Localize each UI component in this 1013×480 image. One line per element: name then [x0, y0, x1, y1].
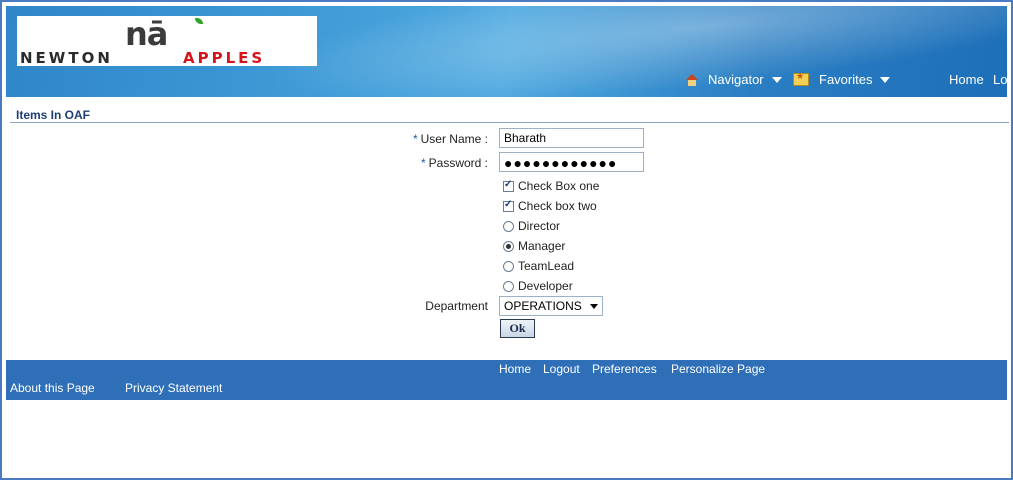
home-link-label: Home	[949, 72, 984, 87]
footer-preferences-link[interactable]: Preferences	[592, 362, 657, 376]
title-divider	[10, 122, 1009, 123]
navigator-label: Navigator	[708, 72, 764, 87]
checkbox-checked-icon[interactable]	[503, 179, 514, 192]
department-label: Department	[425, 299, 488, 313]
radio-manager-label: Manager	[518, 239, 566, 253]
ok-button[interactable]: Ok	[500, 319, 535, 338]
home-icon	[686, 73, 698, 86]
logo-leaf-icon	[195, 18, 203, 24]
footer-logout-link[interactable]: Logout	[543, 362, 580, 376]
checkbox-two[interactable]: Check box two	[503, 199, 597, 213]
radio-developer-label: Developer	[518, 279, 573, 293]
footer-personalize-link[interactable]: Personalize Page	[671, 362, 765, 376]
header-home-link[interactable]: Home	[949, 72, 984, 87]
required-marker: *	[412, 132, 418, 146]
user-name-label: * User Name :	[368, 132, 488, 146]
radio-director-label: Director	[518, 219, 561, 233]
radio-teamlead-label: TeamLead	[518, 259, 575, 273]
department-select[interactable]: OPERATIONS	[499, 296, 603, 316]
chevron-down-icon	[590, 304, 598, 309]
department-selected-value: OPERATIONS	[504, 299, 582, 313]
header-swoosh-decoration	[252, 6, 1007, 97]
password-input[interactable]: ●●●●●●●●●●●●	[499, 152, 644, 172]
radio-manager[interactable]: Manager	[503, 239, 565, 253]
footer-home-link[interactable]: Home	[499, 362, 531, 376]
header-banner: nā NEWTON APPLES Navigator Favorites Hom…	[6, 6, 1007, 97]
radio-developer[interactable]: Developer	[503, 279, 573, 293]
checkbox-checked-icon[interactable]	[503, 199, 514, 212]
required-marker: *	[420, 156, 426, 170]
user-name-input[interactable]	[499, 128, 644, 148]
password-label: * Password :	[368, 156, 488, 170]
navigator-menu[interactable]: Navigator	[686, 72, 782, 87]
radio-button-icon[interactable]	[503, 220, 514, 232]
favorites-menu[interactable]: Favorites	[793, 71, 891, 87]
footer-about-link[interactable]: About this Page	[10, 381, 95, 395]
header-logout-link[interactable]: Lo	[993, 72, 1007, 87]
checkbox-one[interactable]: Check Box one	[503, 179, 599, 193]
radio-teamlead[interactable]: TeamLead	[503, 259, 574, 273]
radio-director[interactable]: Director	[503, 219, 560, 233]
logo-apples-text: APPLES	[183, 49, 266, 67]
password-label-text: Password :	[428, 156, 488, 170]
logo-na-mark: nā	[125, 15, 168, 53]
checkbox-two-label: Check box two	[518, 199, 597, 213]
chevron-down-icon	[771, 76, 782, 83]
logout-link-label: Lo	[993, 72, 1007, 87]
footer-privacy-link[interactable]: Privacy Statement	[125, 381, 222, 395]
chevron-down-icon	[880, 76, 891, 83]
user-name-label-text: User Name :	[420, 132, 488, 146]
page-title: Items In OAF	[16, 108, 91, 122]
radio-button-icon[interactable]	[503, 260, 514, 272]
footer-bar: Home Logout Preferences Personalize Page…	[6, 360, 1007, 400]
logo: nā NEWTON APPLES	[17, 16, 317, 66]
favorites-label: Favorites	[819, 72, 873, 87]
logo-newton-text: NEWTON	[20, 49, 113, 67]
checkbox-one-label: Check Box one	[518, 179, 600, 193]
radio-button-selected-icon[interactable]	[503, 240, 514, 252]
radio-button-icon[interactable]	[503, 280, 514, 292]
favorites-icon	[793, 71, 809, 86]
